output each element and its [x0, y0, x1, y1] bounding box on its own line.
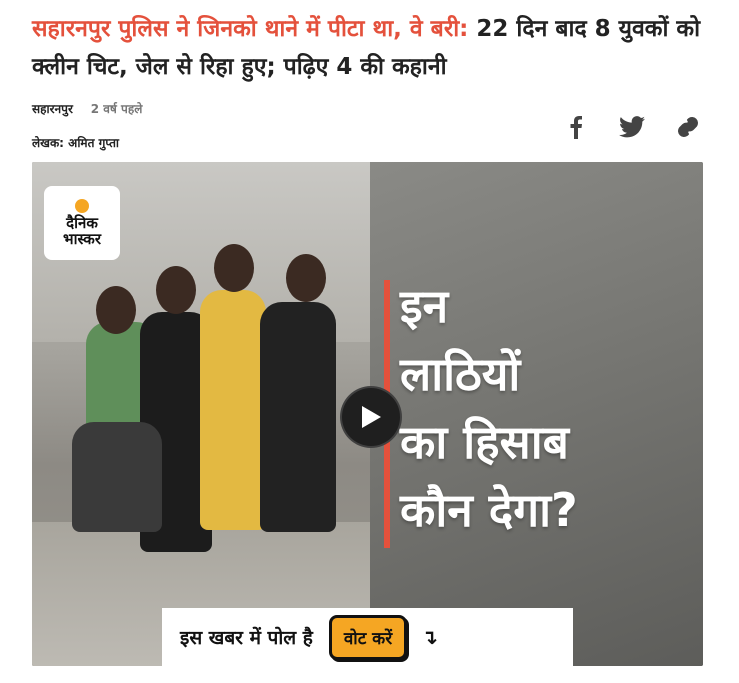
arrow-down-icon[interactable]: ↴: [421, 625, 438, 649]
city-link[interactable]: सहारनपुर: [32, 102, 73, 116]
vote-button[interactable]: वोट करें: [328, 614, 408, 660]
poll-banner: इस खबर में पोल है वोट करें ↴: [162, 608, 573, 666]
overlay-line: कौन देगा?: [400, 483, 578, 537]
share-bar: [561, 112, 703, 142]
publish-time: 2 वर्ष पहले: [90, 102, 143, 116]
play-button[interactable]: [340, 386, 402, 448]
play-icon: [362, 406, 381, 428]
headline-kicker: सहारनपुर पुलिस ने जिनको थाने में पीटा था…: [32, 16, 469, 42]
twitter-icon[interactable]: [617, 112, 647, 142]
author-byline: लेखक: अमित गुप्ता: [32, 136, 120, 150]
logo-line1: दैनिक: [66, 214, 98, 232]
video-overlay-text: इन लाठियों का हिसाब कौन देगा?: [400, 272, 700, 544]
facebook-icon[interactable]: [561, 112, 591, 142]
sun-icon: [75, 199, 89, 213]
video-player[interactable]: इन लाठियों का हिसाब कौन देगा? दैनिक भास्…: [32, 162, 703, 666]
logo-line2: भास्कर: [63, 230, 101, 248]
overlay-line: इन: [400, 279, 449, 333]
link-icon[interactable]: [673, 112, 703, 142]
poll-text: इस खबर में पोल है: [180, 627, 313, 649]
article-headline: सहारनपुर पुलिस ने जिनको थाने में पीटा था…: [32, 10, 712, 86]
dainik-bhaskar-logo: दैनिक भास्कर: [44, 186, 120, 260]
overlay-line: का हिसाब: [400, 415, 569, 469]
overlay-line: लाठियों: [400, 347, 521, 401]
article-meta: सहारनपुर 2 वर्ष पहले: [32, 100, 142, 117]
